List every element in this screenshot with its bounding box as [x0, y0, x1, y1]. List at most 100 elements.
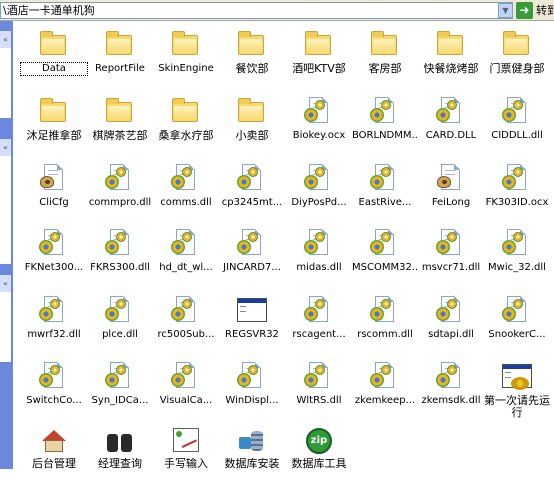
file-item[interactable]: WltRS.dll — [286, 355, 352, 419]
file-item[interactable]: FeiLong — [418, 157, 484, 221]
file-item[interactable]: mwrf32.dll — [21, 289, 87, 353]
file-label: WltRS.dll — [296, 395, 342, 406]
dll-file-icon — [170, 361, 202, 393]
file-item[interactable]: VisualCa... — [153, 355, 219, 419]
address-bar: \酒店一卡通单机狗 ▼ ➜ 转到 — [0, 0, 554, 21]
application-window-icon — [236, 295, 268, 327]
file-label: sdtapi.dll — [428, 329, 474, 340]
file-item[interactable]: hd_dt_wl... — [153, 222, 219, 286]
dll-file-icon — [104, 295, 136, 327]
file-item[interactable]: 后台管理 — [21, 418, 87, 482]
file-label: hd_dt_wl... — [159, 262, 213, 273]
folder-item[interactable]: 桑拿水疗部 — [153, 90, 219, 154]
file-item[interactable]: msvcr71.dll — [418, 222, 484, 286]
file-item[interactable]: 第一次请先运行 — [484, 355, 550, 419]
file-item[interactable]: rc500Sub... — [153, 289, 219, 353]
go-button[interactable]: ➜ 转到 — [516, 2, 554, 19]
file-item[interactable]: Biokey.ocx — [286, 90, 352, 154]
dll-file-icon — [303, 361, 335, 393]
file-label: msvcr71.dll — [421, 262, 481, 273]
task-pane-collapse-icon[interactable]: « — [0, 275, 11, 292]
folder-item[interactable]: 沐足推拿部 — [21, 90, 87, 154]
application-setup-icon — [501, 361, 533, 393]
address-dropdown-icon[interactable]: ▼ — [498, 3, 513, 18]
task-pane-collapse-icon[interactable]: « — [0, 31, 11, 48]
file-item[interactable]: Syn_IDCa... — [87, 355, 153, 419]
folder-item[interactable]: SkinEngine — [153, 23, 219, 87]
file-item[interactable]: WinDispl... — [219, 355, 285, 419]
file-item[interactable]: zkemsdk.dll — [418, 355, 484, 419]
file-item[interactable]: 手写输入 — [153, 418, 219, 482]
file-item[interactable]: MSCOMM32... — [352, 222, 418, 286]
folder-icon — [369, 29, 401, 61]
dll-file-icon — [38, 295, 70, 327]
file-item[interactable]: 经理查询 — [87, 418, 153, 482]
file-item[interactable]: Mwic_32.dll — [484, 222, 550, 286]
folder-item[interactable]: 门票健身部 — [484, 23, 550, 87]
file-label: zkemsdk.dll — [421, 395, 481, 406]
file-item[interactable]: FKNet300... — [21, 222, 87, 286]
dll-file-icon — [435, 228, 467, 260]
dll-file-icon — [369, 295, 401, 327]
folder-item[interactable]: 餐饮部 — [219, 23, 285, 87]
file-label: DiyPosPd... — [291, 197, 347, 208]
file-item[interactable]: rscagent... — [286, 289, 352, 353]
folder-icon — [104, 96, 136, 128]
file-item[interactable]: FK303ID.ocx — [484, 157, 550, 221]
file-label: Syn_IDCa... — [91, 395, 149, 406]
folder-item[interactable]: ReportFile — [87, 23, 153, 87]
file-item[interactable]: JINCARD7... — [219, 222, 285, 286]
file-item[interactable]: commpro.dll — [87, 157, 153, 221]
folder-item[interactable]: 棋牌茶艺部 — [87, 90, 153, 154]
folder-item[interactable]: Data — [20, 23, 88, 87]
dll-file-icon — [38, 361, 70, 393]
file-item[interactable]: SwitchCo... — [21, 355, 87, 419]
folder-item[interactable]: 快餐烧烤部 — [418, 23, 484, 87]
folder-item[interactable]: 小卖部 — [219, 90, 285, 154]
file-label: zkemkeep... — [354, 395, 416, 406]
file-item[interactable]: SnookerC... — [484, 289, 550, 353]
file-item[interactable]: CIDDLL.dll — [484, 90, 550, 154]
file-item[interactable]: EastRive... — [352, 157, 418, 221]
file-label: 手写输入 — [164, 458, 208, 470]
file-item[interactable]: plce.dll — [87, 289, 153, 353]
file-item[interactable]: cp3245mt... — [219, 157, 285, 221]
file-item[interactable]: sdtapi.dll — [418, 289, 484, 353]
file-item[interactable]: FKRS300.dll — [87, 222, 153, 286]
file-item[interactable]: rscomm.dll — [352, 289, 418, 353]
file-label: Data — [20, 62, 88, 76]
go-label: 转到 — [536, 4, 554, 17]
file-item[interactable]: DiyPosPd... — [286, 157, 352, 221]
file-item[interactable]: comms.dll — [153, 157, 219, 221]
app-badge-icon — [38, 163, 70, 195]
file-item[interactable]: CARD.DLL — [418, 90, 484, 154]
file-item[interactable]: CliCfg — [21, 157, 87, 221]
binoculars-icon — [104, 424, 136, 456]
file-label: SnookerC... — [488, 329, 546, 340]
file-item[interactable]: midas.dll — [286, 222, 352, 286]
dll-file-icon — [104, 361, 136, 393]
file-label: 桑拿水疗部 — [158, 130, 214, 142]
file-label: 餐饮部 — [235, 63, 269, 75]
file-label: MSCOMM32... — [352, 262, 418, 273]
file-label: FK303ID.ocx — [485, 197, 549, 208]
file-item[interactable]: zkemkeep... — [352, 355, 418, 419]
dll-file-icon — [501, 96, 533, 128]
file-item[interactable]: BORLNDMM... — [352, 90, 418, 154]
dll-file-icon — [104, 228, 136, 260]
file-label: FKNet300... — [24, 262, 84, 273]
task-pane-collapse-icon[interactable]: « — [0, 139, 11, 156]
folder-item[interactable]: 酒吧KTV部 — [286, 23, 352, 87]
task-pane-section — [0, 48, 11, 118]
address-input[interactable]: \酒店一卡通单机狗 — [0, 2, 513, 19]
go-arrow-icon: ➜ — [516, 2, 533, 19]
file-label: comms.dll — [160, 197, 212, 208]
folder-item[interactable]: 客房部 — [352, 23, 418, 87]
file-label: REGSVR32 — [225, 329, 279, 340]
file-label: SwitchCo... — [26, 395, 82, 406]
database-install-icon — [236, 424, 268, 456]
file-item[interactable]: REGSVR32 — [219, 289, 285, 353]
folder-icon — [38, 96, 70, 128]
file-item[interactable]: zip 数据库工具 — [286, 418, 352, 482]
file-item[interactable]: 数据库安装 — [219, 418, 285, 482]
